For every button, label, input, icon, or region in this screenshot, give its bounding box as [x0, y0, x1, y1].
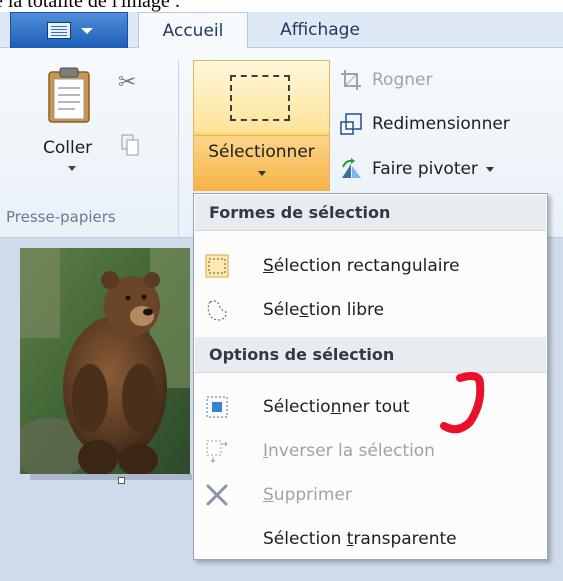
- chevron-down-icon: [258, 171, 266, 176]
- ribbon-tab-strip: Accueil Affichage: [0, 12, 563, 49]
- menu-item-label: Sélection transparente: [263, 529, 457, 549]
- tab-affichage[interactable]: Affichage: [265, 12, 375, 49]
- rotate-label: Faire pivoter: [372, 155, 494, 183]
- document-icon: [47, 22, 71, 39]
- select-button[interactable]: Sélectionner: [193, 60, 330, 191]
- chevron-down-icon: [68, 166, 76, 171]
- selection-options-header: Options de sélection: [195, 337, 546, 373]
- menu-item-label: Sélection libre: [263, 300, 385, 320]
- menu-item-label: Sélection rectangulaire: [263, 256, 460, 276]
- canvas-shadow: [30, 474, 192, 480]
- paste-label: Coller: [43, 138, 93, 158]
- clipboard-group-label: Presse-papiers: [6, 208, 116, 226]
- chevron-down-icon: [485, 166, 494, 172]
- paste-button[interactable]: Coller: [38, 66, 118, 196]
- rotate-button[interactable]: Faire pivoter: [340, 155, 540, 183]
- menu-item-rectangular-selection[interactable]: Sélection rectangulaire: [195, 244, 546, 288]
- menu-item-transparent-selection[interactable]: Sélection transparente: [195, 517, 546, 561]
- rectangle-selection-icon: [230, 75, 290, 121]
- delete-icon: [206, 484, 228, 506]
- menu-item-label: Supprimer: [263, 485, 352, 505]
- caption-text: e la totalité de l'image :: [0, 0, 181, 12]
- menu-item-delete[interactable]: Supprimer: [195, 473, 546, 517]
- copy-icon[interactable]: [121, 134, 139, 156]
- crop-icon: [341, 70, 361, 90]
- resize-label: Redimensionner: [372, 114, 510, 134]
- free-form-selection-icon: [207, 300, 227, 321]
- clipboard-icon: [48, 67, 90, 123]
- scissors-icon[interactable]: ✂: [118, 70, 138, 96]
- chevron-down-icon: [81, 28, 93, 34]
- group-divider: [178, 60, 179, 240]
- select-label: Sélectionner: [208, 142, 315, 162]
- tab-accueil[interactable]: Accueil: [138, 12, 248, 49]
- rectangle-selection-icon: [205, 254, 229, 278]
- crop-button[interactable]: Rogner: [340, 66, 450, 94]
- page-caption: e la totalité de l'image :: [0, 0, 563, 12]
- canvas-resize-handle[interactable]: [118, 477, 125, 484]
- menu-item-free-form-selection[interactable]: Sélection libre: [195, 288, 546, 332]
- selection-shapes-header: Formes de sélection: [195, 195, 546, 231]
- bear-photo[interactable]: [20, 248, 190, 474]
- rotate-label-text: Faire pivoter: [372, 159, 478, 179]
- select-all-icon: [206, 396, 228, 418]
- application-menu-button[interactable]: [10, 12, 128, 48]
- rotate-icon: [342, 158, 361, 178]
- resize-button[interactable]: Redimensionner: [340, 110, 550, 138]
- resize-icon: [340, 113, 362, 135]
- menu-item-label: Sélectionner tout: [263, 397, 410, 417]
- invert-selection-icon: [206, 440, 228, 463]
- select-button-dropdown[interactable]: Sélectionner: [194, 135, 329, 191]
- menu-item-label: Inverser la sélection: [263, 441, 435, 461]
- red-annotation-mark: [440, 372, 485, 434]
- crop-label: Rogner: [372, 70, 433, 90]
